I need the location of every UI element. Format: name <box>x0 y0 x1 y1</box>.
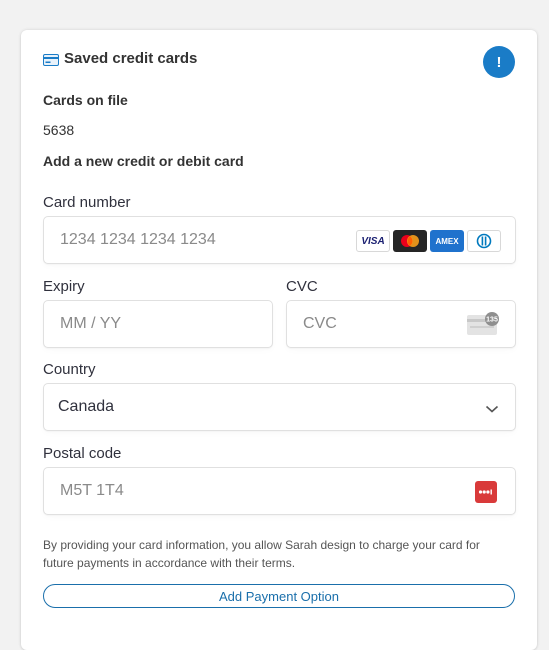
postal-code-field <box>43 467 516 515</box>
amex-icon: AMEX <box>430 230 464 252</box>
cvc-label: CVC <box>286 278 318 295</box>
saved-cards-panel: Saved credit cards ! Cards on file 5638 … <box>21 30 537 650</box>
info-button[interactable]: ! <box>483 46 515 78</box>
expiry-input[interactable] <box>58 301 226 347</box>
diners-club-icon <box>467 230 501 252</box>
payment-disclaimer: By providing your card information, you … <box>43 538 480 570</box>
mastercard-icon <box>393 230 427 252</box>
chevron-down-icon <box>485 401 499 419</box>
visa-icon: VISA <box>356 230 390 252</box>
expiry-field <box>43 300 273 348</box>
saved-card-last4[interactable]: 5638 <box>43 122 74 138</box>
password-manager-icon[interactable] <box>475 481 497 508</box>
cvc-hint-icon: 135 <box>467 312 501 341</box>
country-value: Canada <box>58 398 115 415</box>
add-new-card-heading: Add a new credit or debit card <box>43 153 244 169</box>
postal-code-label: Postal code <box>43 445 122 462</box>
card-brand-logos: VISA AMEX <box>356 230 501 252</box>
expiry-label: Expiry <box>43 278 85 295</box>
panel-title: Saved credit cards <box>64 50 198 67</box>
postal-code-input[interactable] <box>58 468 469 514</box>
cards-on-file-heading: Cards on file <box>43 92 128 108</box>
credit-card-icon <box>43 53 59 66</box>
country-label: Country <box>43 361 96 378</box>
panel-header: Saved credit cards <box>43 50 197 67</box>
cvc-hint-number: 135 <box>486 317 498 324</box>
card-number-field: VISA AMEX <box>43 216 516 264</box>
country-select[interactable]: Canada <box>43 383 516 431</box>
add-payment-option-button[interactable]: Add Payment Option <box>43 584 515 608</box>
card-number-label: Card number <box>43 194 131 211</box>
cvc-field: 135 <box>286 300 516 348</box>
cvc-input[interactable] <box>301 301 469 347</box>
